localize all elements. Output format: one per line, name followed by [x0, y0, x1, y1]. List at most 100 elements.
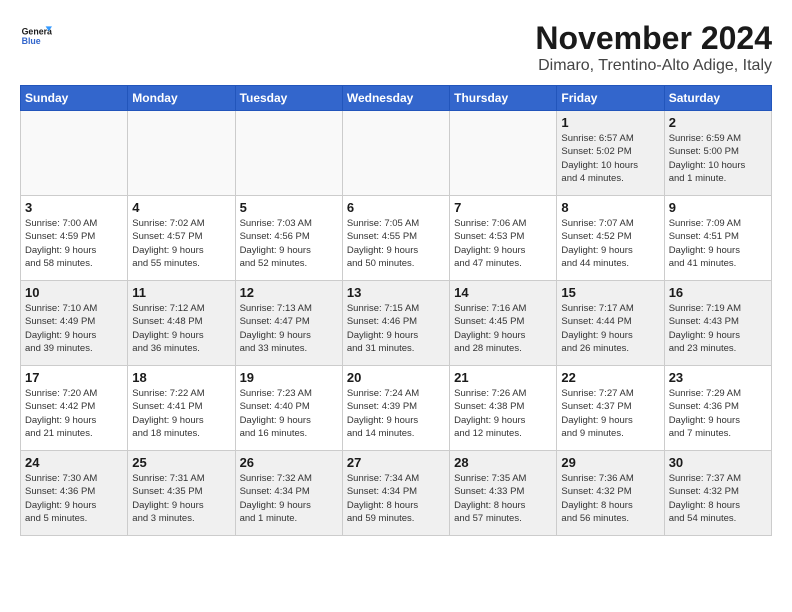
calendar-cell: 8 Sunrise: 7:07 AM Sunset: 4:52 PM Daylig…	[557, 196, 664, 281]
calendar-cell: 26Sunrise: 7:32 AM Sunset: 4:34 PM Dayli…	[235, 451, 342, 536]
calendar-cell: 18 Sunrise: 7:22 AM Sunset: 4:41 PM Dayli…	[128, 366, 235, 451]
day-info: Sunrise: 7:23 AM Sunset: 4:40 PM Dayligh…	[240, 387, 338, 440]
day-number: 6	[347, 200, 445, 215]
calendar-cell: 19Sunrise: 7:23 AM Sunset: 4:40 PM Dayli…	[235, 366, 342, 451]
calendar-cell: 17Sunrise: 7:20 AM Sunset: 4:42 PM Dayli…	[21, 366, 128, 451]
calendar-week-row: 24 Sunrise: 7:30 AM Sunset: 4:36 PM Dayli…	[21, 451, 772, 536]
subtitle: Dimaro, Trentino-Alto Adige, Italy	[535, 57, 772, 75]
calendar-cell	[128, 111, 235, 196]
calendar-cell: 4 Sunrise: 7:02 AM Sunset: 4:57 PM Daylig…	[128, 196, 235, 281]
day-info: Sunrise: 7:35 AM Sunset: 4:33 PM Dayligh…	[454, 472, 552, 525]
calendar-week-row: 1 Sunrise: 6:57 AM Sunset: 5:02 PM Daylig…	[21, 111, 772, 196]
calendar-cell: 20 Sunrise: 7:24 AM Sunset: 4:39 PM Dayli…	[342, 366, 449, 451]
calendar-week-row: 10 Sunrise: 7:10 AM Sunset: 4:49 PM Dayli…	[21, 281, 772, 366]
day-info: Sunrise: 7:02 AM Sunset: 4:57 PM Dayligh…	[132, 217, 230, 270]
calendar-cell: 15Sunrise: 7:17 AM Sunset: 4:44 PM Dayli…	[557, 281, 664, 366]
day-info: Sunrise: 7:12 AM Sunset: 4:48 PM Dayligh…	[132, 302, 230, 355]
calendar-cell: 27 Sunrise: 7:34 AM Sunset: 4:34 PM Dayli…	[342, 451, 449, 536]
day-info: Sunrise: 6:57 AM Sunset: 5:02 PM Dayligh…	[561, 132, 659, 185]
day-info: Sunrise: 6:59 AM Sunset: 5:00 PM Dayligh…	[669, 132, 767, 185]
day-info: Sunrise: 7:00 AM Sunset: 4:59 PM Dayligh…	[25, 217, 123, 270]
header: General Blue November 2024 Dimaro, Trent…	[20, 20, 772, 75]
day-number: 29	[561, 455, 659, 470]
day-number: 10	[25, 285, 123, 300]
calendar-cell: 10 Sunrise: 7:10 AM Sunset: 4:49 PM Dayli…	[21, 281, 128, 366]
day-number: 22	[561, 370, 659, 385]
day-number: 8	[561, 200, 659, 215]
calendar-table: SundayMondayTuesdayWednesdayThursdayFrid…	[20, 85, 772, 536]
logo: General Blue	[20, 20, 52, 52]
day-info: Sunrise: 7:19 AM Sunset: 4:43 PM Dayligh…	[669, 302, 767, 355]
day-number: 30	[669, 455, 767, 470]
day-number: 24	[25, 455, 123, 470]
day-info: Sunrise: 7:07 AM Sunset: 4:52 PM Dayligh…	[561, 217, 659, 270]
day-info: Sunrise: 7:22 AM Sunset: 4:41 PM Dayligh…	[132, 387, 230, 440]
calendar-cell: 24 Sunrise: 7:30 AM Sunset: 4:36 PM Dayli…	[21, 451, 128, 536]
day-number: 9	[669, 200, 767, 215]
day-info: Sunrise: 7:15 AM Sunset: 4:46 PM Dayligh…	[347, 302, 445, 355]
calendar-cell: 13 Sunrise: 7:15 AM Sunset: 4:46 PM Dayli…	[342, 281, 449, 366]
day-info: Sunrise: 7:06 AM Sunset: 4:53 PM Dayligh…	[454, 217, 552, 270]
title-area: November 2024 Dimaro, Trentino-Alto Adig…	[535, 20, 772, 75]
day-number: 12	[240, 285, 338, 300]
day-number: 14	[454, 285, 552, 300]
day-number: 7	[454, 200, 552, 215]
calendar-day-header: Saturday	[664, 86, 771, 111]
day-number: 25	[132, 455, 230, 470]
calendar-cell: 7 Sunrise: 7:06 AM Sunset: 4:53 PM Daylig…	[450, 196, 557, 281]
day-info: Sunrise: 7:03 AM Sunset: 4:56 PM Dayligh…	[240, 217, 338, 270]
day-info: Sunrise: 7:10 AM Sunset: 4:49 PM Dayligh…	[25, 302, 123, 355]
day-info: Sunrise: 7:34 AM Sunset: 4:34 PM Dayligh…	[347, 472, 445, 525]
day-number: 1	[561, 115, 659, 130]
day-info: Sunrise: 7:31 AM Sunset: 4:35 PM Dayligh…	[132, 472, 230, 525]
day-number: 4	[132, 200, 230, 215]
calendar-day-header: Monday	[128, 86, 235, 111]
day-info: Sunrise: 7:32 AM Sunset: 4:34 PM Dayligh…	[240, 472, 338, 525]
calendar-body: 1 Sunrise: 6:57 AM Sunset: 5:02 PM Daylig…	[21, 111, 772, 536]
day-number: 15	[561, 285, 659, 300]
day-info: Sunrise: 7:09 AM Sunset: 4:51 PM Dayligh…	[669, 217, 767, 270]
day-number: 20	[347, 370, 445, 385]
calendar-cell: 12 Sunrise: 7:13 AM Sunset: 4:47 PM Dayli…	[235, 281, 342, 366]
calendar-cell: 14 Sunrise: 7:16 AM Sunset: 4:45 PM Dayli…	[450, 281, 557, 366]
calendar-cell: 16Sunrise: 7:19 AM Sunset: 4:43 PM Dayli…	[664, 281, 771, 366]
day-number: 17	[25, 370, 123, 385]
calendar-cell: 25 Sunrise: 7:31 AM Sunset: 4:35 PM Dayli…	[128, 451, 235, 536]
calendar-week-row: 17Sunrise: 7:20 AM Sunset: 4:42 PM Dayli…	[21, 366, 772, 451]
day-info: Sunrise: 7:30 AM Sunset: 4:36 PM Dayligh…	[25, 472, 123, 525]
calendar-cell: 21Sunrise: 7:26 AM Sunset: 4:38 PM Dayli…	[450, 366, 557, 451]
day-info: Sunrise: 7:29 AM Sunset: 4:36 PM Dayligh…	[669, 387, 767, 440]
day-number: 13	[347, 285, 445, 300]
day-number: 5	[240, 200, 338, 215]
day-info: Sunrise: 7:37 AM Sunset: 4:32 PM Dayligh…	[669, 472, 767, 525]
logo-icon: General Blue	[20, 20, 52, 52]
day-number: 27	[347, 455, 445, 470]
day-info: Sunrise: 7:05 AM Sunset: 4:55 PM Dayligh…	[347, 217, 445, 270]
calendar-cell	[235, 111, 342, 196]
calendar-cell: 11Sunrise: 7:12 AM Sunset: 4:48 PM Dayli…	[128, 281, 235, 366]
calendar-cell: 9 Sunrise: 7:09 AM Sunset: 4:51 PM Daylig…	[664, 196, 771, 281]
calendar-cell: 28 Sunrise: 7:35 AM Sunset: 4:33 PM Dayli…	[450, 451, 557, 536]
calendar-day-header: Sunday	[21, 86, 128, 111]
day-info: Sunrise: 7:16 AM Sunset: 4:45 PM Dayligh…	[454, 302, 552, 355]
day-number: 2	[669, 115, 767, 130]
day-info: Sunrise: 7:26 AM Sunset: 4:38 PM Dayligh…	[454, 387, 552, 440]
day-number: 28	[454, 455, 552, 470]
calendar-cell: 1 Sunrise: 6:57 AM Sunset: 5:02 PM Daylig…	[557, 111, 664, 196]
calendar-cell	[342, 111, 449, 196]
day-info: Sunrise: 7:24 AM Sunset: 4:39 PM Dayligh…	[347, 387, 445, 440]
day-number: 3	[25, 200, 123, 215]
day-info: Sunrise: 7:13 AM Sunset: 4:47 PM Dayligh…	[240, 302, 338, 355]
calendar-cell: 29Sunrise: 7:36 AM Sunset: 4:32 PM Dayli…	[557, 451, 664, 536]
calendar-day-header: Thursday	[450, 86, 557, 111]
calendar-cell: 5 Sunrise: 7:03 AM Sunset: 4:56 PM Daylig…	[235, 196, 342, 281]
calendar-cell: 22 Sunrise: 7:27 AM Sunset: 4:37 PM Dayli…	[557, 366, 664, 451]
calendar-cell: 3 Sunrise: 7:00 AM Sunset: 4:59 PM Daylig…	[21, 196, 128, 281]
calendar-cell: 23Sunrise: 7:29 AM Sunset: 4:36 PM Dayli…	[664, 366, 771, 451]
calendar-cell: 2 Sunrise: 6:59 AM Sunset: 5:00 PM Daylig…	[664, 111, 771, 196]
day-number: 18	[132, 370, 230, 385]
calendar-cell	[450, 111, 557, 196]
day-info: Sunrise: 7:27 AM Sunset: 4:37 PM Dayligh…	[561, 387, 659, 440]
calendar-day-header: Tuesday	[235, 86, 342, 111]
calendar-week-row: 3 Sunrise: 7:00 AM Sunset: 4:59 PM Daylig…	[21, 196, 772, 281]
